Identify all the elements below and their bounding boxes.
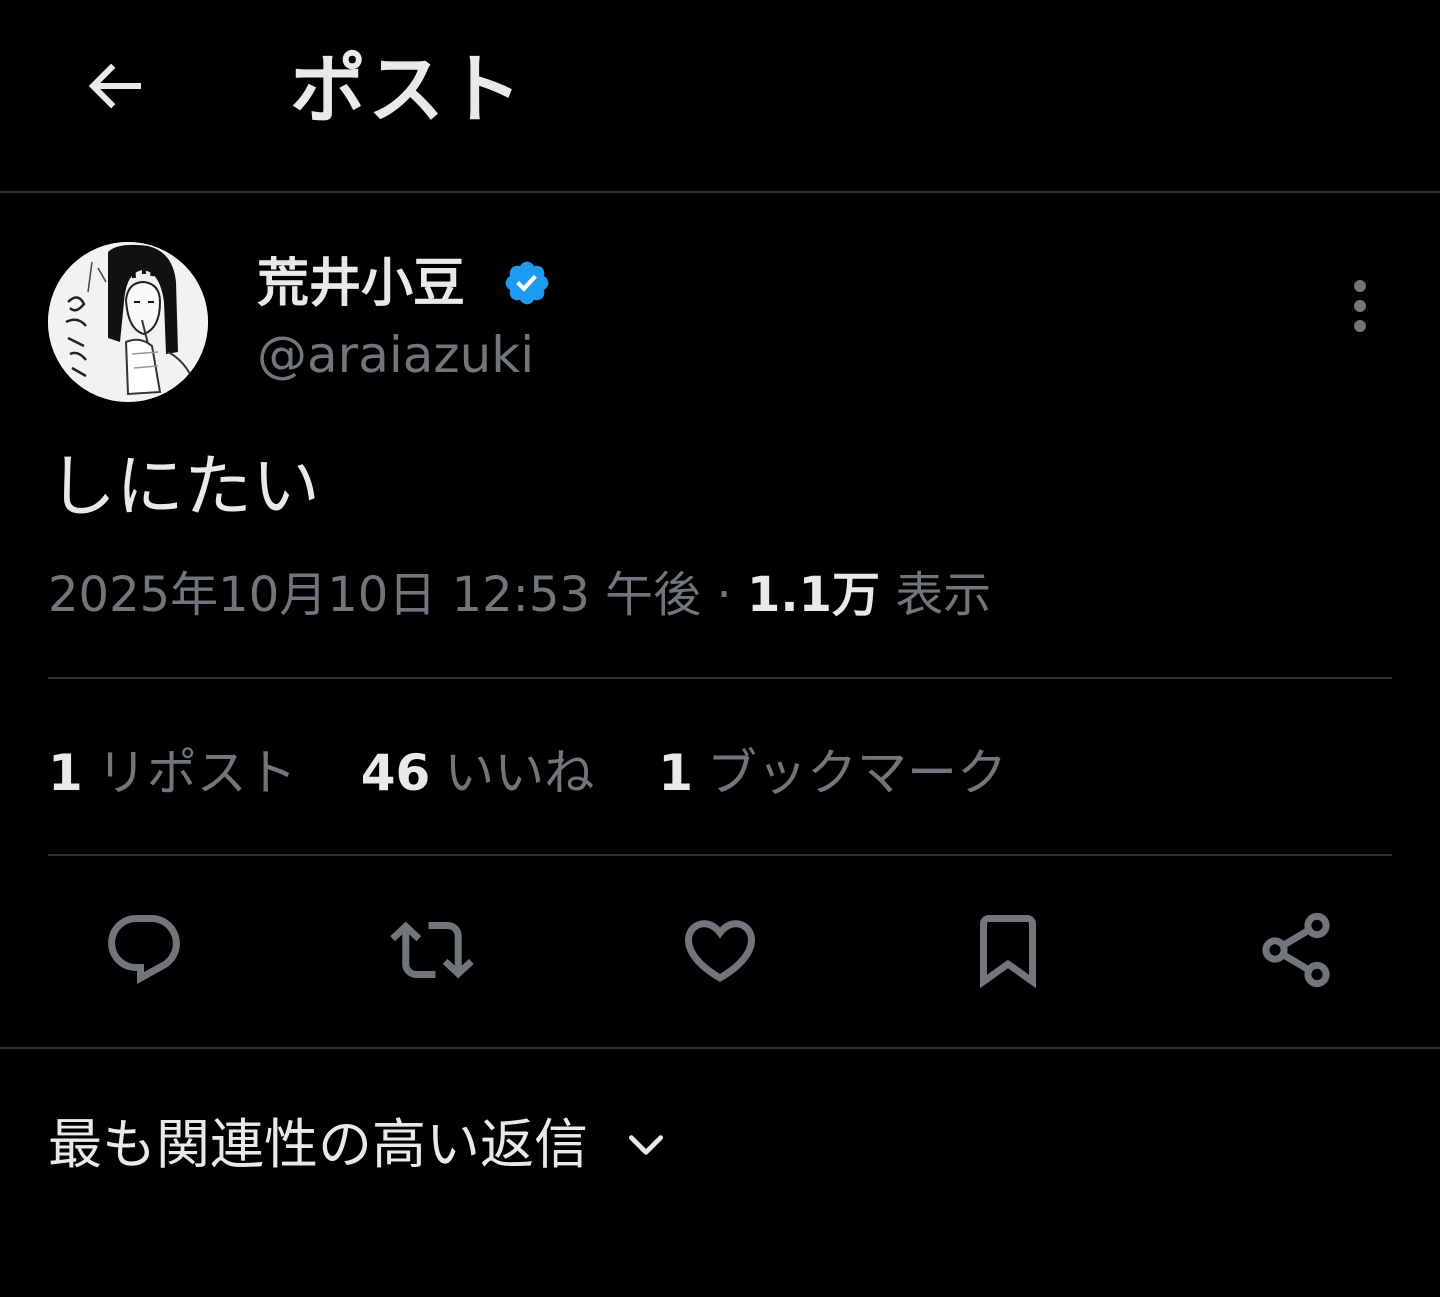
engagement-stats: 1 リポスト 46 いいね 1 ブックマーク xyxy=(48,738,1055,808)
verified-badge-icon xyxy=(502,258,552,308)
replies-sort-dropdown[interactable]: 最も関連性の高い返信 xyxy=(48,1110,670,1180)
views-count: 1.1万 xyxy=(746,567,881,623)
avatar[interactable] xyxy=(48,242,208,402)
heart-icon xyxy=(684,920,756,983)
avatar-illustration xyxy=(48,242,208,402)
arrow-left-icon xyxy=(88,63,141,109)
reply-icon xyxy=(108,915,180,984)
share-icon xyxy=(1262,912,1330,988)
bookmarks-stat[interactable]: 1 ブックマーク xyxy=(658,738,1007,808)
meta-separator: · xyxy=(716,567,732,623)
chevron-down-icon xyxy=(622,1121,670,1169)
share-button[interactable] xyxy=(1236,890,1356,1010)
section-divider xyxy=(0,1047,1440,1049)
more-options-button[interactable] xyxy=(1330,274,1390,338)
likes-label: いいね xyxy=(444,744,595,802)
post-timestamp[interactable]: 2025年10月10日 12:53 午後 xyxy=(48,567,701,623)
repost-button[interactable] xyxy=(372,890,492,1010)
top-bar: ポスト xyxy=(0,0,1440,193)
divider xyxy=(48,854,1392,856)
views-label: 表示 xyxy=(895,567,992,623)
like-button[interactable] xyxy=(660,890,780,1010)
bookmark-icon xyxy=(980,915,1036,989)
bookmark-button[interactable] xyxy=(948,890,1068,1010)
reposts-count: 1 xyxy=(48,744,83,802)
likes-stat[interactable]: 46 いいね xyxy=(361,738,595,808)
author-handle[interactable]: @araiazuki xyxy=(257,324,534,386)
reposts-label: リポスト xyxy=(96,744,297,802)
post-meta: 2025年10月10日 12:53 午後 · 1.1万 表示 xyxy=(48,560,991,630)
divider xyxy=(48,677,1392,679)
back-button[interactable] xyxy=(66,38,162,134)
likes-count: 46 xyxy=(360,744,431,802)
author-name[interactable]: 荒井小豆 xyxy=(257,252,465,316)
action-bar xyxy=(0,890,1440,1010)
reply-button[interactable] xyxy=(84,890,204,1010)
replies-sort-label: 最も関連性の高い返信 xyxy=(48,1113,588,1176)
reposts-stat[interactable]: 1 リポスト xyxy=(48,738,297,808)
bookmarks-label: ブックマーク xyxy=(707,744,1007,802)
page-title: ポスト xyxy=(290,45,524,134)
post-text: しにたい xyxy=(48,448,321,527)
repost-icon xyxy=(390,921,474,979)
bookmarks-count: 1 xyxy=(658,744,693,802)
more-vertical-icon xyxy=(1354,280,1366,332)
